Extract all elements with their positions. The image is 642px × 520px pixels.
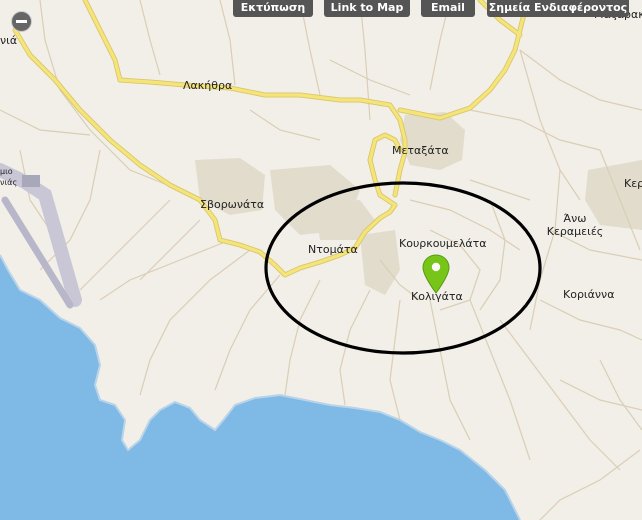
place-label-metaxata: Μεταξάτα	[392, 144, 449, 157]
place-label-nia: νιά	[0, 34, 18, 47]
points-of-interest-button[interactable]: Σημεία Ενδιαφέροντος	[487, 0, 629, 17]
place-label-ano-kerameies-line1: Άνω	[563, 212, 587, 225]
map-pin-icon[interactable]	[422, 254, 450, 294]
print-button[interactable]: Εκτύπωση	[233, 0, 313, 17]
map-canvas[interactable]	[0, 0, 642, 520]
place-label-ntomata: Ντομάτα	[308, 243, 358, 256]
place-label-ano-kerameies-line2: Κεραμειές	[546, 225, 604, 238]
place-label-ker: Κερ	[624, 177, 642, 190]
zoom-out-icon	[16, 20, 27, 23]
place-label-kourkoumelata: Κουρκουμελάτα	[399, 237, 487, 250]
place-label-lakithra: Λακήθρα	[183, 79, 233, 92]
place-label-korianna: Κοριάννα	[563, 288, 615, 301]
place-label-airport-line2: νιάς	[0, 178, 18, 187]
place-label-airport-line1: μιο	[0, 167, 13, 176]
place-label-svoronata: Σβορωνάτα	[200, 198, 265, 211]
zoom-out-button[interactable]	[12, 12, 31, 31]
link-to-map-button[interactable]: Link to Map	[324, 0, 410, 17]
email-button[interactable]: Email	[421, 0, 475, 17]
